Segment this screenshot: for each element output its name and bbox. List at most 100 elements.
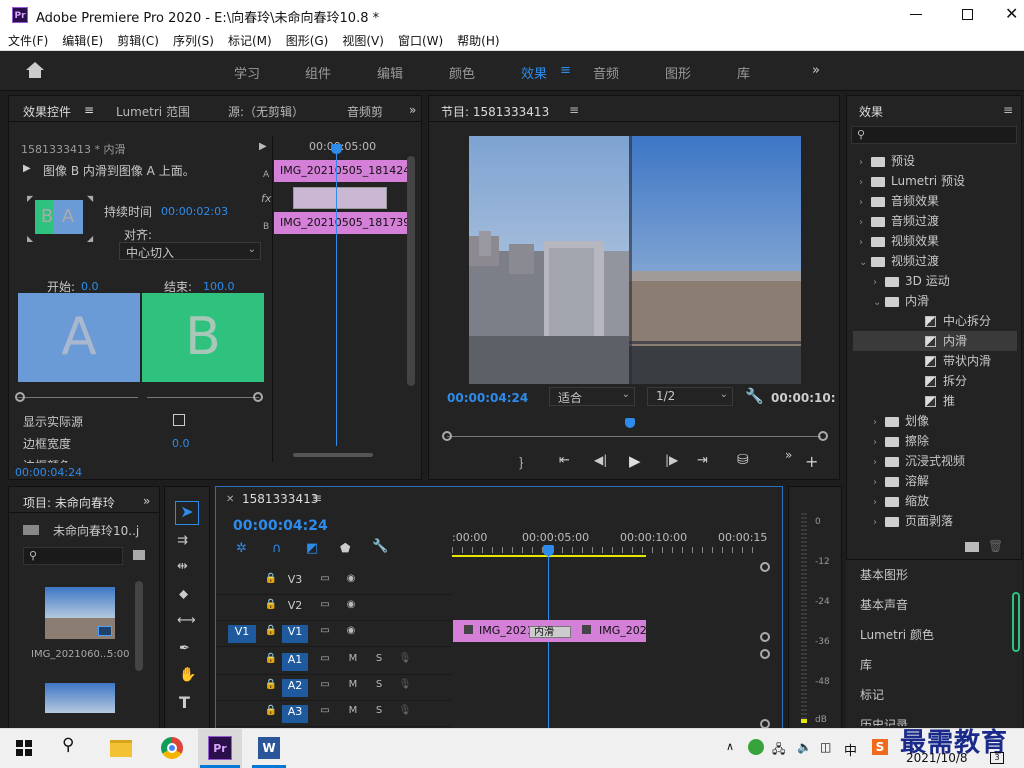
eye-icon[interactable]: ◉ (342, 625, 360, 643)
effects-search-input[interactable]: ⚲ (851, 126, 1017, 144)
chevron-right-icon[interactable]: › (859, 173, 871, 193)
workspace-libraries[interactable]: 库 (737, 63, 750, 82)
lock-icon[interactable]: 🔒 (262, 705, 280, 723)
workspace-editing[interactable]: 编辑 (377, 63, 403, 82)
word-icon[interactable]: W (258, 737, 280, 759)
menu-marker[interactable]: 标记(M) (220, 30, 278, 49)
workspace-learn[interactable]: 学习 (234, 63, 260, 82)
project-title[interactable]: 项目: 未命向春玲 (23, 494, 115, 511)
mic-icon[interactable]: 🎙 (396, 653, 414, 671)
align-select[interactable]: 中心切入 ⌄ (119, 242, 261, 260)
lock-icon[interactable]: 🔒 (262, 653, 280, 671)
start-value[interactable]: 0.0 (81, 280, 99, 293)
home-icon[interactable] (26, 62, 44, 70)
chevron-right-icon[interactable]: › (873, 273, 885, 293)
export-frame-icon[interactable]: ⛁ (737, 452, 749, 468)
source-patch-v1[interactable]: V1 (228, 625, 256, 643)
file-explorer-icon[interactable] (110, 740, 132, 757)
mute-button[interactable]: M (344, 653, 362, 671)
timeline-menu-icon[interactable]: ≡ (312, 491, 322, 505)
hand-tool-icon[interactable]: ✋ (179, 667, 196, 683)
chevron-right-icon[interactable]: › (873, 433, 885, 453)
mini-playhead-handle[interactable] (331, 144, 342, 154)
chevron-down-icon[interactable]: ⌄ (873, 293, 885, 313)
type-tool-icon[interactable]: T (179, 693, 190, 712)
step-forward-icon[interactable]: |▶ (665, 453, 678, 467)
end-slider[interactable] (147, 397, 259, 398)
mic-icon[interactable]: 🎙 (396, 679, 414, 697)
minimize-icon[interactable] (910, 14, 922, 15)
program-title[interactable]: 节目: 1581333413 (441, 103, 549, 120)
program-scrub-start[interactable] (442, 431, 452, 441)
mic-icon[interactable]: 🎙 (396, 705, 414, 723)
film-icon[interactable]: ▭ (316, 653, 334, 671)
track-label[interactable]: A2 (282, 679, 308, 697)
effect-controls-timecode[interactable]: 00:00:04:24 (15, 466, 82, 479)
track-label[interactable]: V2 (286, 599, 304, 617)
effects-tree-item[interactable]: ⌄ 视频过渡 (853, 251, 1017, 271)
tab-effect-controls[interactable]: 效果控件 (23, 103, 71, 120)
effects-tree-item[interactable]: › 沉浸式视频 (853, 451, 1017, 471)
film-icon[interactable]: ▭ (316, 679, 334, 697)
nest-icon[interactable]: ✲ (236, 541, 247, 556)
workspace-audio[interactable]: 音频 (593, 63, 619, 82)
track-label[interactable]: A1 (282, 653, 308, 671)
tab-source[interactable]: 源:（无剪辑） (228, 103, 304, 120)
track-label[interactable]: A3 (282, 705, 308, 723)
menu-edit[interactable]: 编辑(E) (54, 30, 109, 49)
tab-audio-clip[interactable]: 音频剪 (347, 103, 383, 120)
search-icon[interactable]: ⚲ (62, 735, 74, 755)
track-select-tool-icon[interactable]: ⇉ (177, 533, 188, 548)
step-back-icon[interactable]: ◀| (594, 453, 607, 467)
go-to-in-icon[interactable]: ⇤ (559, 453, 570, 468)
film-icon[interactable]: ▭ (316, 705, 334, 723)
lock-icon[interactable]: 🔒 (262, 573, 280, 591)
effects-menu-icon[interactable]: ≡ (1003, 103, 1013, 117)
start-slider-handle[interactable] (15, 392, 25, 402)
effects-tree-item[interactable]: › 预设 (853, 151, 1017, 171)
effects-tree-item[interactable]: › 划像 (853, 411, 1017, 431)
solo-button[interactable]: S (370, 705, 388, 723)
close-icon[interactable]: ✕ (1005, 4, 1018, 23)
border-width-value[interactable]: 0.0 (172, 437, 190, 450)
effects-tree-item[interactable]: › 溶解 (853, 471, 1017, 491)
eye-icon[interactable]: ◉ (342, 599, 360, 617)
menu-view[interactable]: 视图(V) (334, 30, 390, 49)
bin-icon[interactable] (133, 550, 145, 560)
new-bin-icon[interactable] (965, 542, 979, 552)
menu-graphics[interactable]: 图形(G) (278, 30, 335, 49)
show-source-checkbox[interactable] (173, 414, 185, 426)
program-menu-icon[interactable]: ≡ (569, 103, 579, 117)
mini-clip-1[interactable]: IMG_20210505_181424.jp (274, 160, 407, 182)
effects-tree-item[interactable]: 内滑 (853, 331, 1017, 351)
fit-select[interactable]: 适合 ⌄ (549, 387, 635, 406)
tray-expand-icon[interactable]: ∧ (726, 740, 734, 753)
effects-tree-item[interactable]: › Lumetri 预设 (853, 171, 1017, 191)
chevron-right-icon[interactable]: › (859, 153, 871, 173)
start-slider[interactable] (18, 397, 138, 398)
chevron-right-icon[interactable]: › (873, 473, 885, 493)
effects-tree-item[interactable]: 带状内滑 (853, 351, 1017, 371)
resolution-select[interactable]: 1/2 ⌄ (647, 387, 733, 406)
workspace-effects[interactable]: 效果 (521, 63, 547, 82)
menu-file[interactable]: 文件(F) (0, 30, 54, 49)
effects-tree-item[interactable]: ⌄ 内滑 (853, 291, 1017, 311)
play-icon[interactable]: ▶ (629, 452, 641, 470)
tab-lumetri-scopes[interactable]: Lumetri 范围 (116, 103, 190, 120)
chevron-right-icon[interactable]: › (859, 193, 871, 213)
program-playhead[interactable] (625, 418, 635, 428)
side-panel-lumetri-color[interactable]: Lumetri 颜色 (860, 626, 934, 643)
effects-tree-item[interactable]: › 视频效果 (853, 231, 1017, 251)
chevron-right-icon[interactable]: › (859, 213, 871, 233)
track-scroll-handle[interactable] (760, 632, 770, 642)
workspace-graphics[interactable]: 图形 (665, 63, 691, 82)
more-tabs-icon[interactable]: » (143, 494, 150, 508)
maximize-icon[interactable] (962, 9, 973, 20)
chevron-right-icon[interactable]: › (873, 413, 885, 433)
track-label[interactable]: V3 (286, 573, 304, 591)
duration-value[interactable]: 00:00:02:03 (161, 205, 228, 218)
add-button-icon[interactable]: + (805, 452, 818, 471)
workspace-color[interactable]: 颜色 (449, 63, 475, 82)
side-panel-essential-graphics[interactable]: 基本图形 (860, 566, 908, 583)
effects-tree-item[interactable]: › 音频过渡 (853, 211, 1017, 231)
